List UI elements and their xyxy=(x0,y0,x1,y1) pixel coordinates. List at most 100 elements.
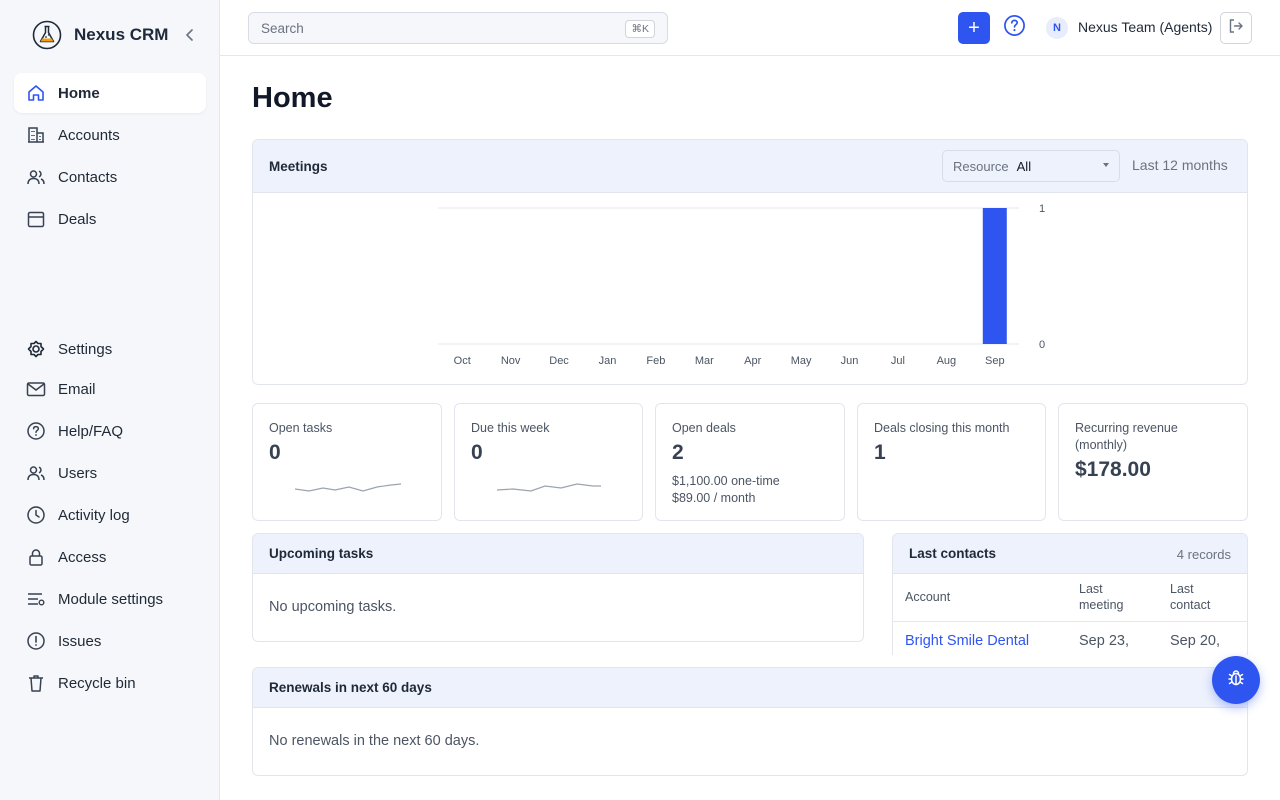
stat-label: Deals closing this month xyxy=(874,421,1010,435)
column-header-account[interactable]: Account xyxy=(905,589,950,605)
page-title: Home xyxy=(252,82,333,114)
search-shortcut-badge: ⌘K xyxy=(625,20,655,38)
bar xyxy=(982,208,1007,344)
sidebar-item-home[interactable]: Home xyxy=(14,73,206,113)
help-circle-icon xyxy=(1003,14,1026,42)
calendar-icon xyxy=(26,209,46,229)
y-tick-label: 0 xyxy=(1039,339,1045,351)
settings-section-label: Settings xyxy=(58,340,113,358)
stat-value: 1 xyxy=(874,440,886,464)
sidebar-item-label: Module settings xyxy=(58,590,164,608)
y-tick-label: 1 xyxy=(1039,203,1045,215)
lock-icon xyxy=(26,547,46,567)
stat-card-due-this-week[interactable]: Due this week 0 xyxy=(454,403,643,521)
stat-sub-one-time: $1,100.00 one-time xyxy=(672,473,780,488)
add-button[interactable]: + xyxy=(958,12,990,44)
renewals-card: Renewals in next 60 days No renewals in … xyxy=(252,667,1248,776)
sidebar-item-label: Access xyxy=(58,548,107,566)
sidebar-item-issues[interactable]: Issues xyxy=(14,621,206,661)
table-header: Account Last meeting Last contact xyxy=(893,574,1247,622)
flask-logo-icon xyxy=(32,20,62,50)
stat-value: 2 xyxy=(672,440,684,464)
sidebar-item-help-faq[interactable]: Help/FAQ xyxy=(14,411,206,451)
alert-circle-icon xyxy=(26,631,46,651)
brand[interactable]: Nexus CRM xyxy=(32,19,168,51)
sidebar-item-deals[interactable]: Deals xyxy=(14,199,206,239)
stat-label: Due this week xyxy=(471,421,550,435)
stat-label: Open deals xyxy=(672,421,736,435)
upcoming-tasks-empty: No upcoming tasks. xyxy=(269,599,397,615)
collapse-sidebar-chevron-left-icon[interactable] xyxy=(180,25,200,45)
building-icon xyxy=(26,125,46,145)
users-icon xyxy=(26,463,46,483)
bug-icon xyxy=(1226,668,1246,693)
clock-icon xyxy=(26,505,46,525)
stat-card-deals-closing[interactable]: Deals closing this month 1 xyxy=(857,403,1046,521)
x-tick-label: Nov xyxy=(501,355,521,367)
team-name[interactable]: Nexus Team (Agents) xyxy=(1078,19,1212,35)
resource-select[interactable]: Resource All xyxy=(942,150,1120,182)
topbar: Search ⌘K + N Nexus Team (Agents) xyxy=(220,0,1280,56)
stat-card-recurring-revenue[interactable]: Recurring revenue (monthly) $178.00 xyxy=(1058,403,1248,521)
stat-value: $178.00 xyxy=(1075,457,1151,481)
sidebar-item-access[interactable]: Access xyxy=(14,537,206,577)
renewals-title: Renewals in next 60 days xyxy=(269,680,432,695)
stat-card-open-tasks[interactable]: Open tasks 0 xyxy=(252,403,442,521)
sidebar-item-label: Contacts xyxy=(58,168,118,186)
sidebar: Nexus CRM Home Accounts Contacts Deals S… xyxy=(0,0,220,800)
sidebar-item-settings[interactable]: Settings xyxy=(14,329,206,369)
records-count: 4 records xyxy=(1176,547,1231,562)
last-contacts-card: Last contacts 4 records Account Last mee… xyxy=(892,533,1248,655)
x-tick-label: May xyxy=(791,355,812,367)
meetings-bar-chart: 0 1 Oct Nov Dec Jan Feb Mar Apr May Jun Jul Aug Sep xyxy=(438,203,1045,367)
stat-value: 0 xyxy=(471,440,483,464)
bug-report-button[interactable] xyxy=(1212,656,1260,704)
plus-icon: + xyxy=(968,17,980,39)
sidebar-item-label: Accounts xyxy=(58,126,120,144)
sidebar-item-label: Email xyxy=(58,380,96,398)
logout-icon xyxy=(1228,18,1244,39)
sidebar-item-contacts[interactable]: Contacts xyxy=(14,157,206,197)
renewals-header: Renewals in next 60 days xyxy=(253,668,1247,708)
upcoming-tasks-card: Upcoming tasks No upcoming tasks. xyxy=(252,533,864,642)
column-header-last-contact[interactable]: Last contact xyxy=(1170,581,1230,613)
x-tick-label: Jan xyxy=(599,355,617,367)
sliders-icon xyxy=(26,589,46,609)
stat-value: 0 xyxy=(269,440,281,464)
upcoming-tasks-header: Upcoming tasks xyxy=(253,534,863,574)
settings-cog-icon xyxy=(26,339,46,359)
sidebar-item-users[interactable]: Users xyxy=(14,453,206,493)
sidebar-item-module-settings[interactable]: Module settings xyxy=(14,579,206,619)
avatar[interactable]: N xyxy=(1046,17,1068,39)
help-button[interactable] xyxy=(1002,14,1026,42)
x-tick-label: Dec xyxy=(549,355,569,367)
mail-icon xyxy=(26,379,46,399)
trash-icon xyxy=(26,673,46,693)
last-contacts-header: Last contacts 4 records xyxy=(893,534,1247,574)
sidebar-item-label: Issues xyxy=(58,632,102,650)
sparkline xyxy=(295,483,402,492)
table-row[interactable]: Bright Smile Dental Sep 23, Sep 20, xyxy=(893,622,1247,655)
stat-card-open-deals[interactable]: Open deals 2 $1,100.00 one-time $89.00 /… xyxy=(655,403,845,521)
sidebar-item-email[interactable]: Email xyxy=(14,369,206,409)
sidebar-item-accounts[interactable]: Accounts xyxy=(14,115,206,155)
stat-sub-monthly: $89.00 / month xyxy=(672,490,756,505)
sidebar-item-label: Recycle bin xyxy=(58,674,136,692)
x-tick-label: Mar xyxy=(695,355,714,367)
resource-label: Resource xyxy=(953,158,1009,174)
meetings-card: Meetings Resource All Last 12 months 0 1 O… xyxy=(252,139,1248,385)
sidebar-item-recycle-bin[interactable]: Recycle bin xyxy=(14,663,206,703)
x-tick-label: Aug xyxy=(937,355,957,367)
renewals-empty: No renewals in the next 60 days. xyxy=(269,733,480,749)
x-tick-label: Jun xyxy=(841,355,859,367)
sidebar-item-label: Deals xyxy=(58,210,97,228)
last-meeting-cell: Sep 23, xyxy=(1079,633,1129,649)
home-icon xyxy=(26,83,46,103)
account-link[interactable]: Bright Smile Dental xyxy=(905,633,1029,649)
sidebar-item-activity-log[interactable]: Activity log xyxy=(14,495,206,535)
sidebar-item-label: Help/FAQ xyxy=(58,422,124,440)
logout-button[interactable] xyxy=(1220,12,1252,44)
column-header-last-meeting[interactable]: Last meeting xyxy=(1079,581,1149,613)
sparkline xyxy=(497,483,601,492)
search-input[interactable]: Search ⌘K xyxy=(248,12,668,44)
